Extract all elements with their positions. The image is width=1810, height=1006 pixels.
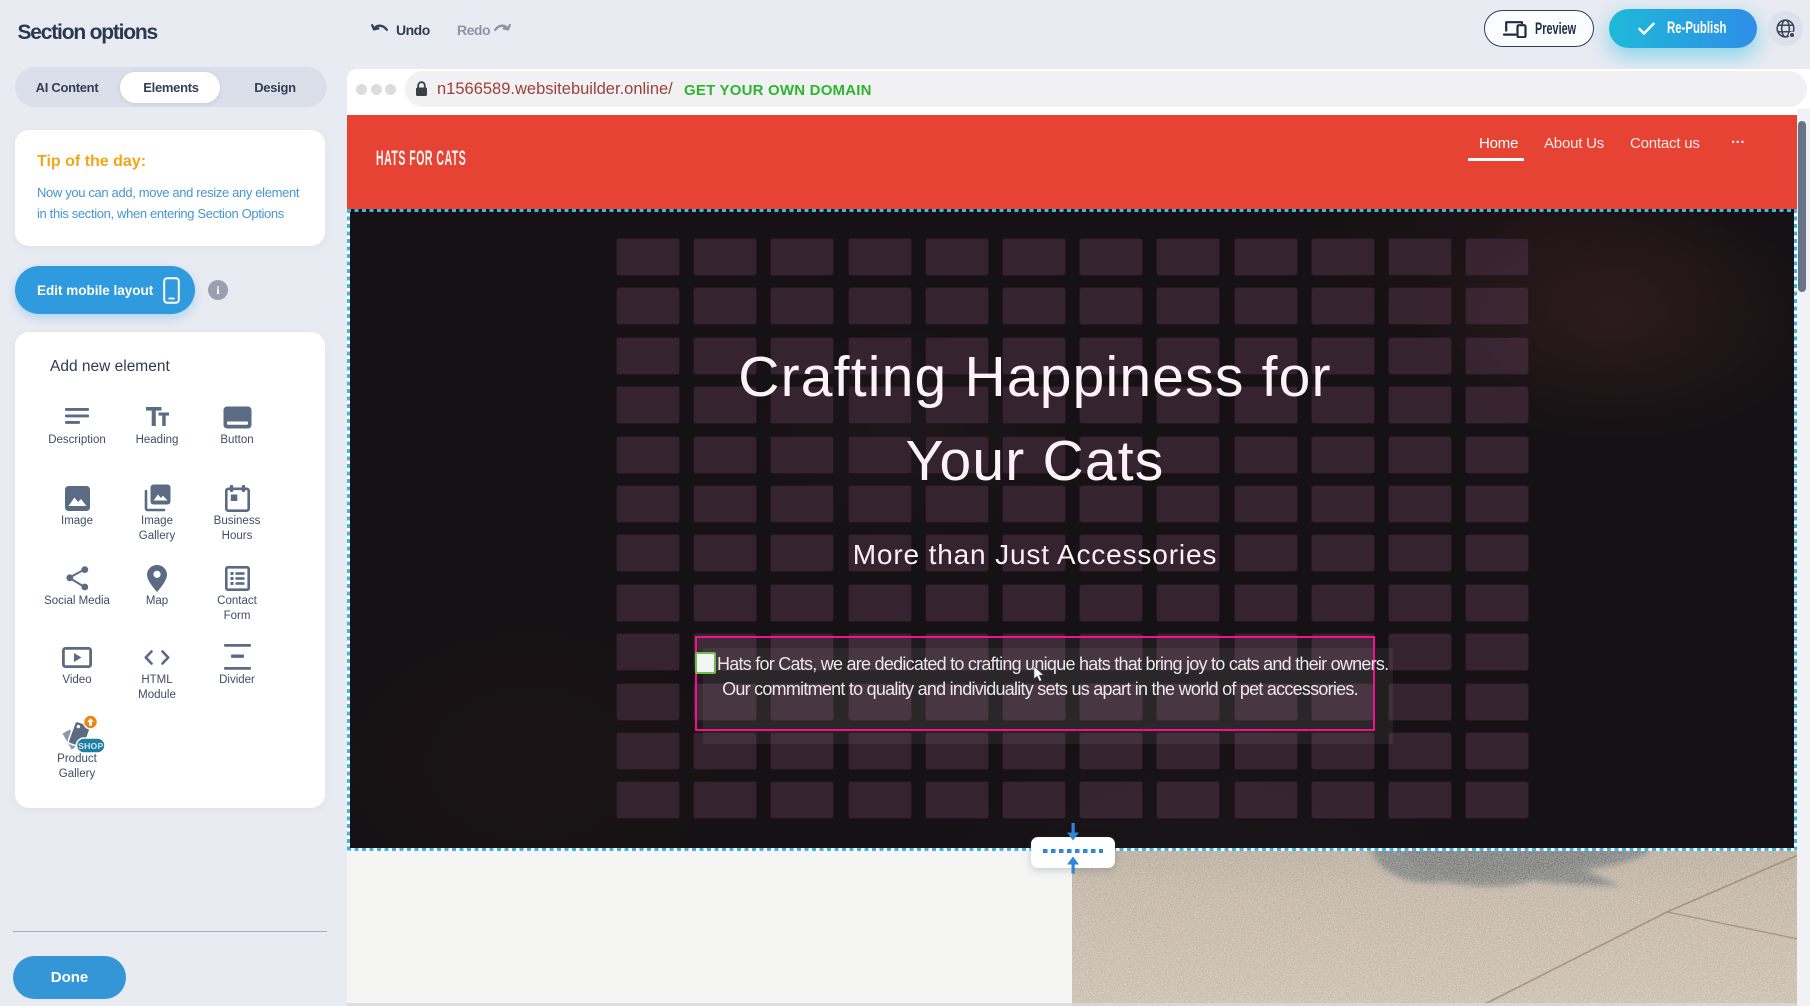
svg-text:SHOP: SHOP xyxy=(78,741,103,751)
